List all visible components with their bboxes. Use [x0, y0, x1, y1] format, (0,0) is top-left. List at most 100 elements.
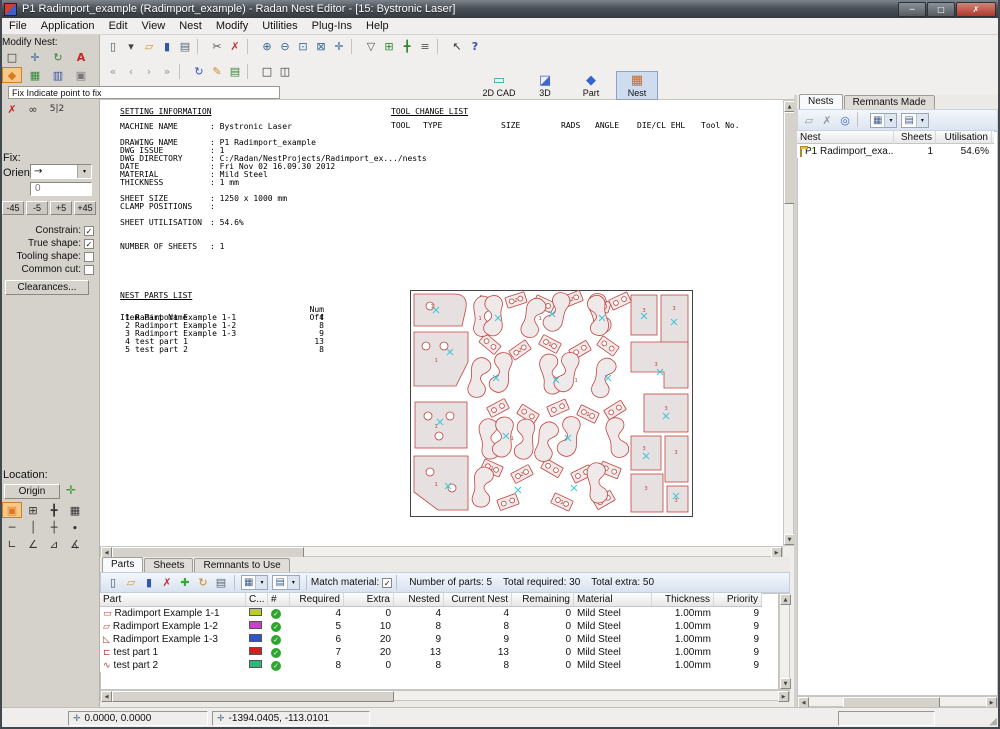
dropdown-arrow-icon[interactable]: ▾ [77, 165, 91, 178]
document-vertical-scrollbar[interactable]: ▲ ▼ [783, 100, 794, 546]
mode-3d-button[interactable]: ◪3D [524, 71, 566, 100]
parts-tab-remnants-to-use[interactable]: Remnants to Use [194, 558, 289, 572]
horizontal-scroll-thumb[interactable] [112, 691, 394, 702]
open-drawing-icon[interactable]: ▱ [140, 38, 158, 55]
option-checkbox[interactable] [84, 252, 94, 262]
nests-tab-nests[interactable]: Nests [799, 94, 843, 109]
column-header-material[interactable]: Material [574, 593, 652, 606]
scroll-right-icon[interactable]: ▶ [778, 691, 789, 702]
pan-icon[interactable]: ✛ [330, 38, 348, 55]
maximize-button[interactable]: □ [927, 2, 955, 17]
first-nest-icon[interactable]: « [104, 63, 122, 80]
parts-tab-sheets[interactable]: Sheets [144, 558, 193, 572]
nest-preview[interactable]: 1111 1111 2222 2222 3333 3333 [410, 290, 693, 517]
sequence-icon[interactable]: 5|2 [44, 101, 70, 117]
snap-point-icon[interactable]: ∙ [65, 519, 85, 535]
origin-crosshair-icon[interactable]: ✛ [66, 483, 76, 497]
scroll-down-icon[interactable]: ▼ [780, 678, 791, 689]
angle-triangle-icon[interactable]: ⊿ [44, 536, 64, 552]
select-part-icon[interactable]: □ [2, 49, 22, 65]
parts-table-row[interactable]: ⊏test part 1✓72013130Mild Steel1.00mm9 [100, 646, 762, 659]
column-header-nested[interactable]: Nested [394, 593, 444, 606]
match-material-checkbox[interactable]: ✓ [382, 578, 392, 588]
view-parts-icon[interactable]: ∞ [23, 101, 43, 117]
menu-utilities[interactable]: Utilities [255, 18, 304, 34]
rotate-minus-5-button[interactable]: -5 [26, 201, 48, 215]
previous-nest-icon[interactable]: ‹ [122, 63, 140, 80]
delete-part-icon[interactable]: ✗ [2, 101, 22, 117]
snap-grid-icon[interactable]: ▣ [2, 502, 22, 518]
angle-measure-icon[interactable]: ∡ [65, 536, 85, 552]
column-header-current-nest[interactable]: Current Nest [444, 593, 512, 606]
option-checkbox[interactable] [84, 265, 94, 275]
scroll-up-icon[interactable]: ▲ [780, 594, 791, 605]
nest-view-dropdown[interactable]: ▦ ▾ [870, 113, 897, 128]
layers-icon[interactable]: ≡ [416, 38, 434, 55]
new-drawing-icon[interactable]: ▯ [104, 38, 122, 55]
parts-table-row[interactable]: ▭Radimport Example 1-1✓40440Mild Steel1.… [100, 607, 762, 620]
option-checkbox[interactable]: ✓ [84, 239, 94, 249]
clearances-button[interactable]: Clearances... [5, 280, 89, 295]
parts-table-row[interactable]: ▱Radimport Example 1-2✓510880Mild Steel1… [100, 620, 762, 633]
fill-sheet-icon[interactable]: ▦ [25, 67, 45, 83]
pick-icon[interactable]: ↖ [448, 38, 466, 55]
nest-column-nest[interactable]: Nest [797, 131, 894, 144]
parts-tab-parts[interactable]: Parts [102, 557, 143, 572]
rotate-minus-45-button[interactable]: -45 [2, 201, 24, 215]
delete-part-row-icon[interactable]: ✗ [158, 574, 176, 591]
column-header-thickness[interactable]: Thickness [652, 593, 714, 606]
nest-document[interactable]: SETTING INFORMATION TOOL CHANGE LIST TOO… [100, 100, 783, 546]
snap-pattern-icon[interactable]: ▦ [65, 502, 85, 518]
line-vertical-icon[interactable]: │ [23, 519, 43, 535]
line-cross-icon[interactable]: ┼ [44, 519, 64, 535]
mode-2d-cad-button[interactable]: ▭2D CAD [478, 71, 520, 100]
snap-intersection-icon[interactable]: ╋ [44, 502, 64, 518]
column-header-extra[interactable]: Extra [344, 593, 394, 606]
menu-plug-ins[interactable]: Plug-Ins [305, 18, 359, 34]
menu-view[interactable]: View [135, 18, 173, 34]
menu-application[interactable]: Application [34, 18, 102, 34]
minimize-button[interactable]: ─ [898, 2, 926, 17]
filter-style-dropdown[interactable]: ▤ ▾ [272, 575, 299, 590]
angle-open-icon[interactable]: ∠ [23, 536, 43, 552]
filter-icon[interactable]: ▽ [362, 38, 380, 55]
line-horizontal-icon[interactable]: ─ [2, 519, 22, 535]
help-icon[interactable]: ? [466, 38, 484, 55]
add-part-icon[interactable]: ▯ [104, 574, 122, 591]
parts-table-horizontal-scrollbar[interactable]: ◀ ▶ [100, 690, 790, 701]
single-view-icon[interactable]: □ [258, 63, 276, 80]
rotate-part-icon[interactable]: ↻ [48, 49, 68, 65]
menu-file[interactable]: File [2, 18, 34, 34]
close-button[interactable]: ✗ [956, 2, 996, 17]
menu-modify[interactable]: Modify [209, 18, 255, 34]
redraw-icon[interactable]: ↻ [190, 63, 208, 80]
add-to-nest-icon[interactable]: ✚ [176, 574, 194, 591]
split-view-icon[interactable]: ◫ [276, 63, 294, 80]
snap-icon[interactable]: ╋ [398, 38, 416, 55]
open-part-icon[interactable]: ▱ [122, 574, 140, 591]
nest-row[interactable]: P1 Radimport_exa...154.6% [797, 144, 994, 158]
parts-table-vertical-scrollbar[interactable]: ▲ ▼ [779, 593, 790, 690]
scroll-left-icon[interactable]: ◀ [101, 691, 112, 702]
nests-horizontal-scrollbar[interactable]: ◀ ▶ [797, 696, 998, 707]
delete-nest-icon[interactable]: ✗ [818, 112, 836, 129]
menu-help[interactable]: Help [359, 18, 396, 34]
pair-parts-icon[interactable]: ▥ [48, 67, 68, 83]
locate-nest-icon[interactable]: ◎ [836, 112, 854, 129]
nest-report-icon[interactable]: ▤ [226, 63, 244, 80]
mode-nest-button[interactable]: ▦Nest [616, 71, 658, 100]
save-parts-icon[interactable]: ▮ [140, 574, 158, 591]
origin-button[interactable]: Origin [4, 484, 60, 499]
next-nest-icon[interactable]: › [140, 63, 158, 80]
parts-table-row[interactable]: ◺Radimport Example 1-3✓620990Mild Steel1… [100, 633, 762, 646]
option-checkbox[interactable]: ✓ [84, 226, 94, 236]
angle-right-icon[interactable]: ∟ [2, 536, 22, 552]
nests-tab-remnants-made[interactable]: Remnants Made [844, 95, 935, 109]
array-parts-icon[interactable]: ◆ [2, 67, 22, 83]
column-header-required[interactable]: Required [290, 593, 344, 606]
snap-quadrant-icon[interactable]: ⊞ [23, 502, 43, 518]
print-parts-icon[interactable]: ▤ [212, 574, 230, 591]
print-icon[interactable]: ▤ [176, 38, 194, 55]
column-header-part[interactable]: Part [100, 593, 246, 606]
document-horizontal-scrollbar[interactable]: ◀ ▶ [100, 546, 783, 557]
